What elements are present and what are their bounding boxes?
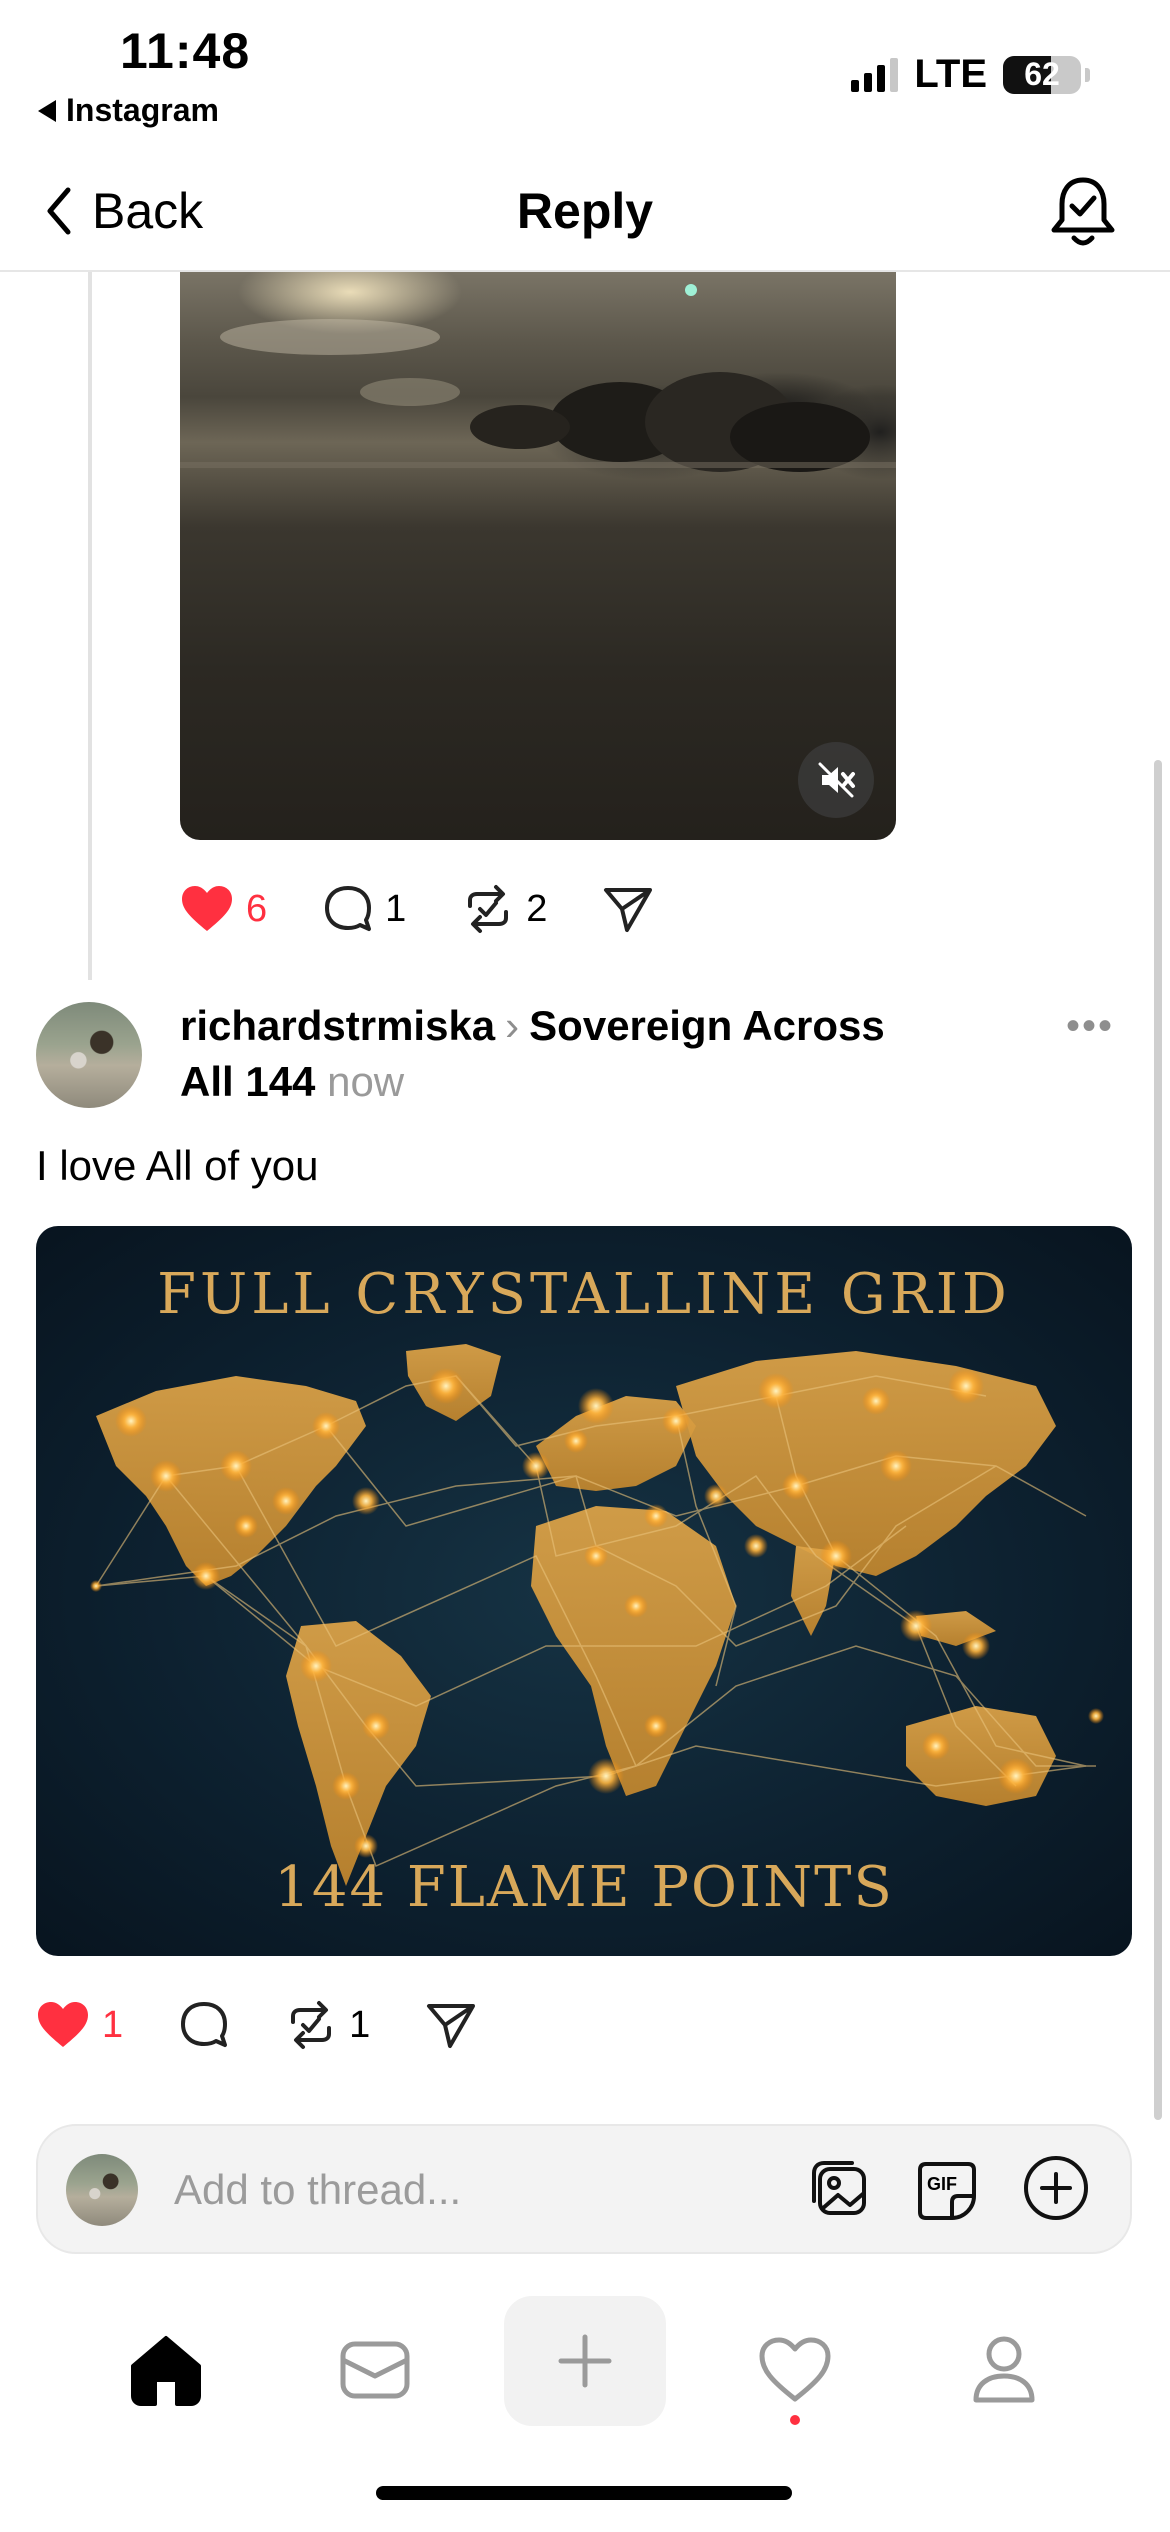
home-indicator[interactable] bbox=[376, 2486, 792, 2500]
thread-composer[interactable]: Add to thread... GIF bbox=[36, 2124, 1132, 2254]
cellular-signal-icon bbox=[851, 57, 899, 92]
mute-toggle-button[interactable] bbox=[798, 742, 874, 818]
repost-count: 2 bbox=[526, 887, 548, 930]
tab-create[interactable] bbox=[504, 2296, 666, 2426]
battery-level: 62 bbox=[1024, 56, 1060, 92]
page-title: Reply bbox=[516, 183, 654, 239]
thread-connector-line bbox=[88, 272, 92, 980]
repost-button[interactable]: 2 bbox=[462, 884, 547, 934]
plus-circle-icon bbox=[1024, 2156, 1088, 2220]
send-icon bbox=[427, 2004, 476, 2048]
profile-icon bbox=[973, 2336, 1035, 2403]
scrollbar[interactable] bbox=[1154, 760, 1162, 2120]
composer-input[interactable]: Add to thread... bbox=[174, 2166, 461, 2214]
like-count: 6 bbox=[246, 887, 268, 930]
notification-bell-button[interactable] bbox=[1048, 172, 1118, 257]
post-actions: 1 1 bbox=[36, 2000, 532, 2050]
repost-count: 1 bbox=[349, 2003, 371, 2046]
mail-icon bbox=[340, 2341, 410, 2399]
repost-icon bbox=[291, 2001, 332, 2049]
post-header: richardstrmiska › Sovereign Across All 144… bbox=[180, 998, 1040, 1110]
community-name[interactable]: Sovereign Across bbox=[529, 1002, 885, 1049]
post-text: I love All of you bbox=[36, 1142, 319, 1189]
repost-icon bbox=[468, 885, 509, 933]
plus-icon bbox=[558, 2334, 612, 2388]
composer-avatar bbox=[66, 2154, 138, 2226]
share-button[interactable] bbox=[603, 885, 653, 933]
image-subtitle: 144 FLAME POINTS bbox=[274, 1855, 894, 1920]
attach-media-button[interactable] bbox=[806, 2155, 872, 2226]
comment-button[interactable]: 1 bbox=[323, 884, 406, 934]
status-indicators: LTE 62 bbox=[851, 52, 1090, 97]
heart-filled-icon bbox=[182, 886, 232, 931]
like-button[interactable]: 1 bbox=[36, 2001, 123, 2049]
navigation-bar: Back Reply bbox=[0, 160, 1170, 272]
tab-bar bbox=[0, 2280, 1170, 2450]
world-map-graphic bbox=[90, 1344, 1104, 1886]
community-name-cont[interactable]: All 144 bbox=[180, 1058, 315, 1105]
back-app-label: Instagram bbox=[66, 92, 219, 128]
gif-label: GIF bbox=[927, 2173, 957, 2194]
share-button[interactable] bbox=[426, 2001, 476, 2049]
post-image[interactable]: FULL CRYSTALLINE GRID 144 FLAME POINTS bbox=[36, 1226, 1132, 1956]
chevron-right-icon: › bbox=[505, 1002, 520, 1049]
light-glint bbox=[685, 284, 697, 296]
gif-button[interactable]: GIF bbox=[914, 2158, 980, 2224]
post-video[interactable] bbox=[180, 272, 896, 840]
tab-inbox[interactable] bbox=[325, 2320, 425, 2420]
bell-check-icon bbox=[1051, 177, 1115, 246]
beach-scene bbox=[180, 319, 896, 472]
status-time: 11:48 bbox=[120, 23, 251, 79]
comment-button[interactable] bbox=[179, 2000, 229, 2050]
network-type: LTE bbox=[914, 52, 987, 96]
activity-badge-dot bbox=[790, 2415, 800, 2425]
add-post-button[interactable] bbox=[1022, 2154, 1090, 2227]
composer-actions: GIF bbox=[806, 2154, 1090, 2227]
comment-count: 1 bbox=[385, 887, 407, 930]
tab-profile[interactable] bbox=[954, 2320, 1054, 2420]
tab-home[interactable] bbox=[116, 2320, 216, 2420]
repost-button[interactable]: 1 bbox=[285, 2000, 370, 2050]
back-to-app-link[interactable]: Instagram bbox=[38, 92, 219, 129]
more-options-icon[interactable]: ••• bbox=[1066, 1004, 1114, 1049]
heart-filled-icon bbox=[38, 2002, 88, 2047]
like-button[interactable]: 6 bbox=[180, 885, 267, 933]
like-count: 1 bbox=[102, 2003, 124, 2046]
heart-outline-icon bbox=[759, 2337, 831, 2402]
home-icon bbox=[131, 2336, 201, 2406]
first-post-actions: 6 1 2 bbox=[180, 884, 709, 934]
send-icon bbox=[604, 888, 653, 932]
gallery-icon bbox=[812, 2161, 866, 2215]
back-triangle-icon bbox=[38, 99, 56, 122]
comment-bubble-icon bbox=[181, 2002, 228, 2047]
username-link[interactable]: richardstrmiska bbox=[180, 1002, 495, 1049]
tab-activity[interactable] bbox=[745, 2320, 845, 2420]
comment-bubble-icon bbox=[325, 886, 372, 931]
post-timestamp: now bbox=[327, 1058, 405, 1105]
author-avatar[interactable] bbox=[36, 1002, 142, 1108]
image-title: FULL CRYSTALLINE GRID bbox=[157, 1262, 1011, 1327]
battery-icon: 62 bbox=[1003, 55, 1081, 94]
muted-speaker-icon bbox=[818, 762, 855, 798]
